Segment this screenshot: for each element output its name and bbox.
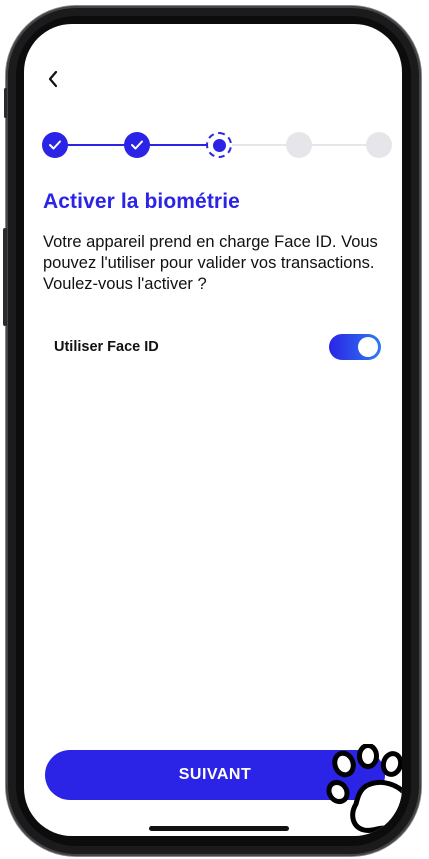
paw-icon (326, 744, 402, 833)
back-button[interactable] (43, 67, 63, 91)
face-id-row: Utiliser Face ID (54, 334, 384, 362)
step-3-current (206, 132, 232, 158)
check-icon (131, 140, 143, 150)
home-indicator (149, 826, 289, 831)
volume-up-button (3, 228, 7, 326)
current-step-dot (212, 138, 226, 152)
page-title: Activer la biométrie (43, 190, 240, 213)
chevron-left-icon (48, 70, 58, 88)
step-5-todo (366, 132, 392, 158)
silent-switch (4, 88, 7, 118)
app-screen: Activer la biométrie Votre appareil pren… (24, 24, 402, 836)
step-2-done (124, 132, 150, 158)
progress-stepper (42, 130, 394, 160)
step-4-todo (286, 132, 312, 158)
page-description: Votre appareil prend en charge Face ID. … (43, 233, 378, 293)
face-id-label: Utiliser Face ID (54, 339, 159, 355)
face-id-toggle[interactable] (329, 334, 381, 360)
check-icon (49, 140, 61, 150)
step-1-done (42, 132, 68, 158)
toggle-knob (358, 337, 378, 357)
